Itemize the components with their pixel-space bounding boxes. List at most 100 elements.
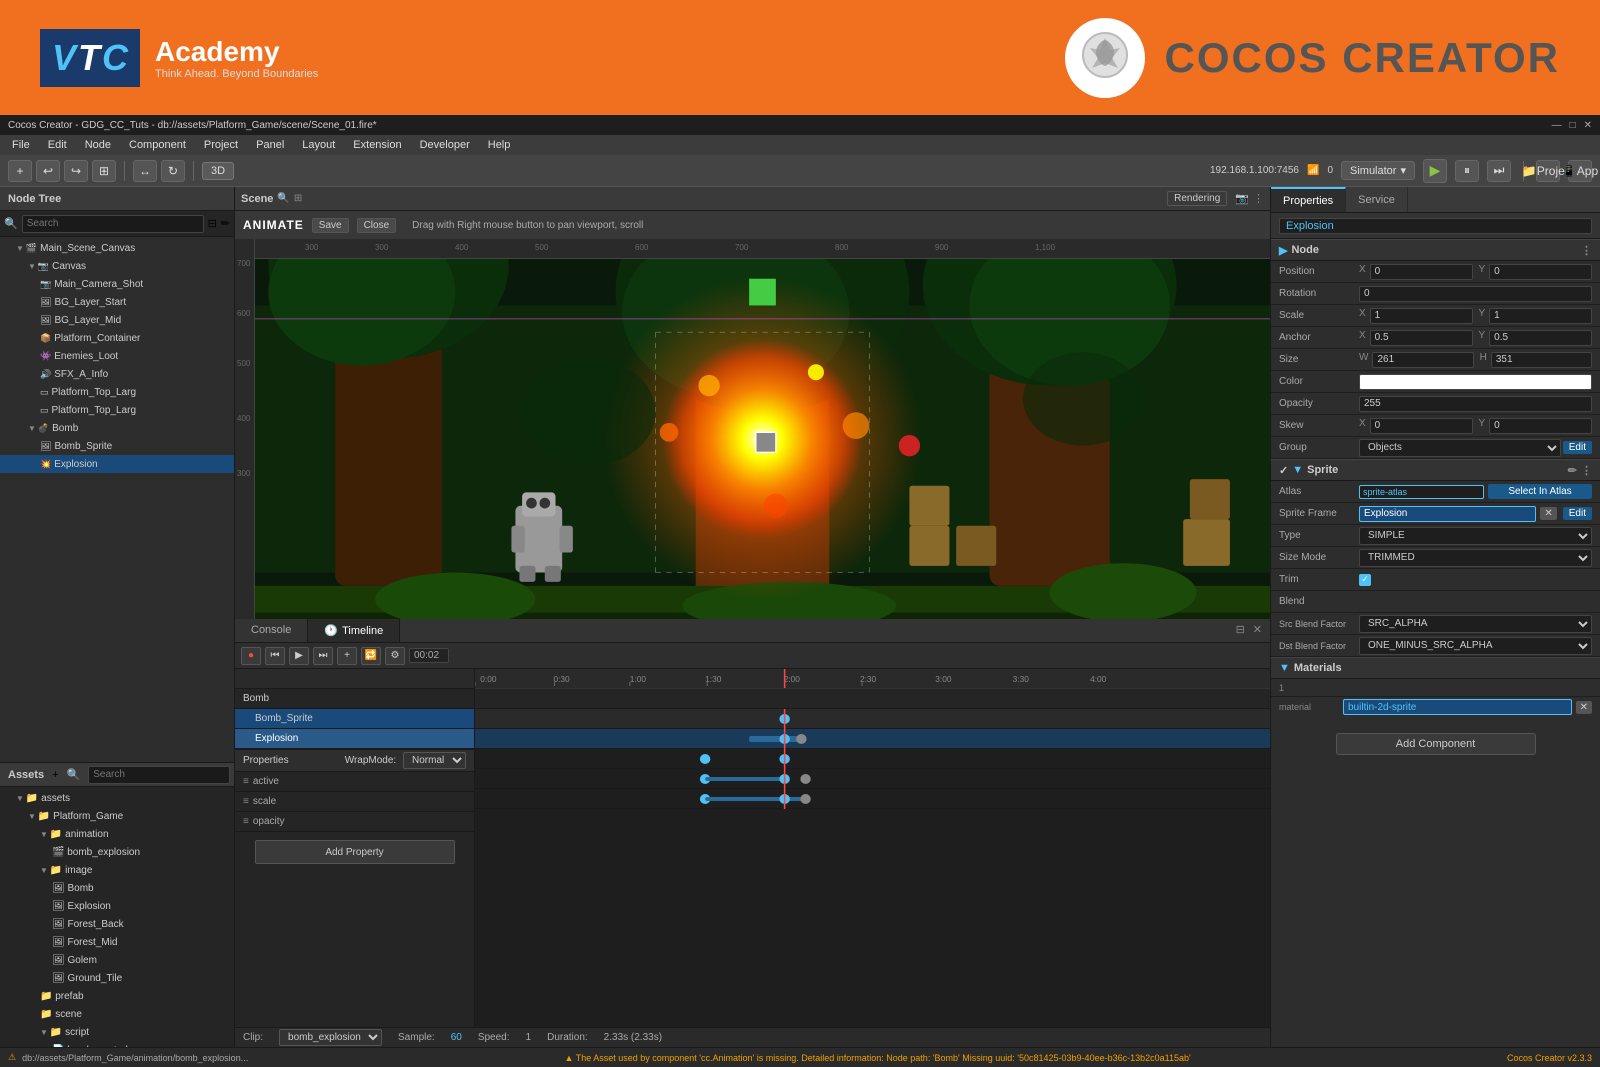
add-property-btn[interactable]: Add Property	[255, 840, 455, 864]
filter-icon[interactable]: ⊟	[208, 217, 217, 230]
tl-play-btn[interactable]: ▶	[289, 647, 309, 665]
rotation-input[interactable]	[1359, 286, 1592, 302]
asset-ground-tile[interactable]: 🖼 Ground_Tile	[0, 969, 234, 987]
assets-search-icon[interactable]: 🔍	[67, 768, 81, 781]
save-scene-btn[interactable]: Save	[312, 218, 349, 233]
prop-scale-menu-icon[interactable]: ≡	[243, 796, 249, 807]
wrapmode-select[interactable]: Normal	[403, 752, 466, 769]
size-w-input[interactable]	[1372, 352, 1473, 368]
asset-golem[interactable]: 🖼 Golem	[0, 951, 234, 969]
menu-project[interactable]: Project	[196, 137, 246, 153]
sprite-frame-edit-btn[interactable]: Edit	[1563, 507, 1592, 520]
project-btn[interactable]: 📁 Project	[1536, 160, 1560, 182]
tree-item-bomb[interactable]: ▼ 💣 Bomb	[0, 419, 234, 437]
material-input[interactable]	[1343, 699, 1572, 715]
node-toggle-icon[interactable]: ▶	[1279, 244, 1287, 257]
tl-loop-btn[interactable]: 🔁	[361, 647, 381, 665]
tree-item-platform[interactable]: 📦 Platform_Container	[0, 329, 234, 347]
assets-search-input[interactable]	[88, 766, 230, 784]
panel-close-icon[interactable]: ✕	[1253, 623, 1262, 636]
close-btn[interactable]: ✕	[1584, 120, 1592, 131]
menu-extension[interactable]: Extension	[345, 137, 409, 153]
menu-node[interactable]: Node	[77, 137, 119, 153]
menu-panel[interactable]: Panel	[248, 137, 292, 153]
asset-forest-back[interactable]: 🖼 Forest_Back	[0, 915, 234, 933]
asset-explosion[interactable]: 🖼 Explosion	[0, 897, 234, 915]
dst-blend-select[interactable]: ONE_MINUS_SRC_ALPHA	[1359, 637, 1592, 655]
menu-help[interactable]: Help	[480, 137, 519, 153]
asset-platform-game[interactable]: ▼📁 Platform_Game	[0, 807, 234, 825]
toolbar-3d-toggle[interactable]: 3D	[202, 162, 234, 180]
trim-checkbox[interactable]: ✓	[1359, 574, 1371, 586]
toolbar-redo-btn[interactable]: ↪	[64, 160, 88, 182]
material-clear-btn[interactable]: ✕	[1576, 701, 1592, 714]
tree-item-explosion[interactable]: 💥 Explosion	[0, 455, 234, 473]
tl-record-btn[interactable]: ●	[241, 647, 261, 665]
sprite-toggle-icon[interactable]: ▼	[1292, 464, 1303, 476]
asset-scene[interactable]: 📁 scene	[0, 1005, 234, 1023]
tree-item-canvas[interactable]: ▼ 🎬 Main_Scene_Canvas	[0, 239, 234, 257]
asset-bomb[interactable]: 🖼 Bomb	[0, 879, 234, 897]
track-explosion[interactable]: Explosion	[235, 729, 474, 749]
opacity-input[interactable]	[1359, 396, 1592, 412]
toolbar-rotate-btn[interactable]: ↻	[161, 160, 185, 182]
src-blend-select[interactable]: SRC_ALPHA	[1359, 615, 1592, 633]
simulator-btn[interactable]: Simulator ▾	[1341, 161, 1415, 180]
clip-select[interactable]: bomb_explosion	[279, 1029, 382, 1046]
node-tree-search-input[interactable]	[22, 215, 204, 233]
materials-toggle-icon[interactable]: ▼	[1279, 662, 1290, 674]
tl-next-btn[interactable]: ⏭	[313, 647, 333, 665]
minimize-btn[interactable]: —	[1552, 120, 1562, 131]
scene-content-area[interactable]	[255, 259, 1270, 619]
prop-menu-icon[interactable]: ≡	[243, 776, 249, 787]
asset-forest-mid[interactable]: 🖼 Forest_Mid	[0, 933, 234, 951]
color-swatch[interactable]	[1359, 374, 1592, 390]
tree-item-bgmid[interactable]: 🖼 BG_Layer_Mid	[0, 311, 234, 329]
pos-y-input[interactable]	[1489, 264, 1592, 280]
panel-minimize-icon[interactable]: ⊟	[1236, 623, 1245, 636]
asset-image[interactable]: ▼📁 image	[0, 861, 234, 879]
tree-item-maincam[interactable]: 📷 Main_Camera_Shot	[0, 275, 234, 293]
tree-item-plat2[interactable]: ▭ Platform_Top_Larg	[0, 401, 234, 419]
node-name-input[interactable]	[1279, 218, 1592, 234]
sprite-more-icon[interactable]: ⋮	[1581, 464, 1592, 477]
step-btn[interactable]: ⏭	[1487, 160, 1511, 182]
scale-y-input[interactable]	[1489, 308, 1592, 324]
skew-x-input[interactable]	[1370, 418, 1473, 434]
size-mode-select[interactable]: TRIMMED	[1359, 549, 1592, 567]
play-btn[interactable]: ▶	[1423, 159, 1447, 183]
camera-icon[interactable]: 📷	[1235, 192, 1249, 205]
scale-x-input[interactable]	[1370, 308, 1473, 324]
close-scene-btn[interactable]: Close	[357, 218, 397, 233]
track-bomb[interactable]: Bomb	[235, 689, 474, 709]
scene-more-icon[interactable]: ⋮	[1253, 192, 1264, 205]
type-select[interactable]: SIMPLE	[1359, 527, 1592, 545]
tab-service[interactable]: Service	[1346, 187, 1408, 212]
tree-item-sfx[interactable]: 🔊 SFX_A_Info	[0, 365, 234, 383]
maximize-btn[interactable]: □	[1570, 120, 1576, 131]
tree-item-bglayer[interactable]: 🖼 BG_Layer_Start	[0, 293, 234, 311]
anchor-x-input[interactable]	[1370, 330, 1473, 346]
scene-search-icon[interactable]: 🔍	[277, 193, 289, 204]
menu-file[interactable]: File	[4, 137, 38, 153]
menu-developer[interactable]: Developer	[412, 137, 478, 153]
asset-assets[interactable]: ▼📁 assets	[0, 789, 234, 807]
tree-item-bomb-sprite[interactable]: 🖼 Bomb_Sprite	[0, 437, 234, 455]
assets-add-icon[interactable]: +	[52, 769, 58, 781]
sprite-frame-input[interactable]	[1359, 506, 1536, 522]
tree-item-enemies[interactable]: 👾 Enemies_Loot	[0, 347, 234, 365]
node-section-more[interactable]: ⋮	[1581, 244, 1592, 257]
rendering-btn[interactable]: Rendering	[1167, 191, 1227, 206]
menu-edit[interactable]: Edit	[40, 137, 75, 153]
prop-opacity-menu-icon[interactable]: ≡	[243, 816, 249, 827]
tab-properties[interactable]: Properties	[1271, 187, 1346, 212]
tree-item-plat1[interactable]: ▭ Platform_Top_Larg	[0, 383, 234, 401]
menu-component[interactable]: Component	[121, 137, 194, 153]
tl-settings-btn[interactable]: ⚙	[385, 647, 405, 665]
select-in-atlas-btn[interactable]: Select In Atlas	[1488, 484, 1592, 499]
toolbar-add-btn[interactable]: +	[8, 160, 32, 182]
app-btn[interactable]: 📱 App	[1568, 160, 1592, 182]
toolbar-undo-btn[interactable]: ↩	[36, 160, 60, 182]
skew-y-input[interactable]	[1489, 418, 1592, 434]
sprite-check[interactable]: ✓	[1279, 464, 1288, 477]
